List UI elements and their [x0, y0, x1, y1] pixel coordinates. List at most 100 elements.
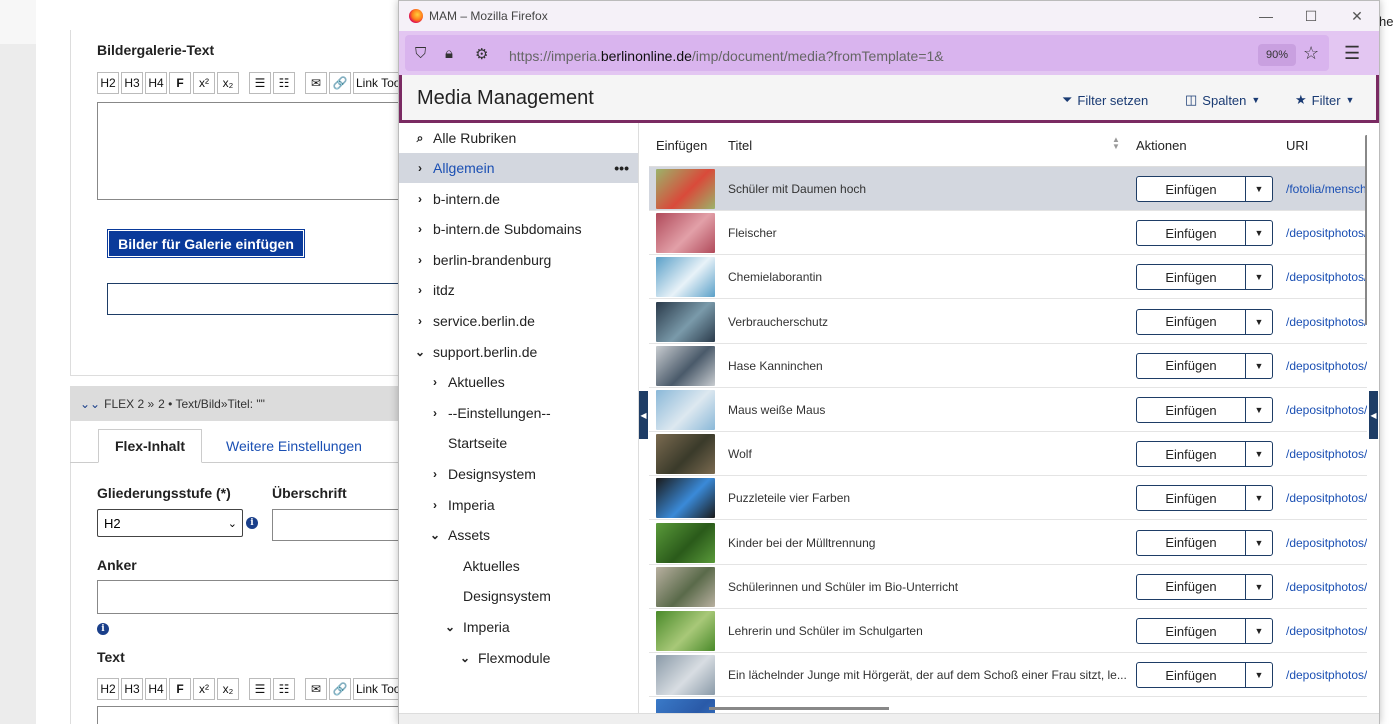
chevron-down-icon[interactable]: ⌄ — [428, 528, 442, 542]
toolbar-button[interactable]: ☰ — [249, 678, 271, 700]
table-row[interactable]: Schüler mit Daumen hoch Einfügen ▼ /fotolia… — [649, 167, 1367, 211]
table-row[interactable]: Lehrerin und Schüler im Schulgarten Einfü… — [649, 609, 1367, 653]
toolbar-button[interactable]: 🔗 — [329, 72, 351, 94]
tab-more-settings[interactable]: Weitere Einstellungen — [210, 429, 378, 463]
chevron-right-icon[interactable]: › — [428, 375, 442, 389]
flex-header[interactable]: ⌄⌄ FLEX 2 » 2 • Text/Bild»Titel: "" — [70, 386, 400, 421]
zoom-badge[interactable]: 90% — [1258, 44, 1296, 66]
row-uri-link[interactable]: /depositphotos/ — [1286, 315, 1367, 329]
insert-button[interactable]: Einfügen — [1137, 221, 1246, 246]
shield-icon[interactable]: ⛉ — [415, 45, 426, 62]
filter-button[interactable]: ★ Filter ▼ — [1295, 92, 1354, 108]
info-icon[interactable]: i — [97, 623, 109, 635]
insert-button[interactable]: Einfügen — [1137, 486, 1246, 511]
row-uri-link[interactable]: /depositphotos/ — [1286, 668, 1367, 682]
minimize-icon[interactable]: — — [1254, 5, 1278, 27]
toolbar-button[interactable]: 🔗 — [329, 678, 351, 700]
toolbar-button[interactable]: F — [169, 678, 191, 700]
chevron-down-icon[interactable]: ⌄ — [413, 345, 427, 359]
toolbar-button[interactable]: F — [169, 72, 191, 94]
outline-level-select[interactable]: H2 ⌄ — [97, 509, 243, 537]
toolbar-button[interactable]: H4 — [145, 678, 167, 700]
insert-button[interactable]: Einfügen — [1137, 574, 1246, 599]
chevron-right-icon[interactable]: › — [413, 314, 427, 328]
tree-item[interactable]: › Allgemein ••• — [399, 153, 638, 183]
bookmark-star-icon[interactable]: ☆ — [1303, 43, 1319, 64]
column-header-uri[interactable]: URI — [1286, 138, 1308, 153]
thumbnail-image[interactable] — [656, 522, 715, 563]
close-icon[interactable]: ✕ — [1345, 5, 1369, 27]
caret-down-icon[interactable]: ▼ — [1246, 310, 1272, 334]
tree-item[interactable]: › --Einstellungen-- — [399, 398, 638, 428]
gallery-text-area[interactable] — [97, 102, 400, 200]
toolbar-button[interactable]: ☰ — [249, 72, 271, 94]
thumbnail-image[interactable] — [656, 257, 715, 298]
thumbnail-image[interactable] — [656, 169, 715, 209]
chevron-right-icon[interactable]: › — [413, 161, 427, 175]
chevron-right-icon[interactable]: › — [428, 406, 442, 420]
toolbar-button[interactable]: ☷ — [273, 678, 295, 700]
thumbnail-image[interactable] — [656, 655, 715, 696]
anchor-input[interactable] — [97, 580, 400, 614]
tree-item-all[interactable]: ⌕ Alle Rubriken — [399, 123, 638, 153]
toolbar-button[interactable]: x₂ — [217, 72, 239, 94]
chevron-down-icon[interactable]: ⌄ — [458, 651, 472, 665]
caret-down-icon[interactable]: ▼ — [1246, 221, 1272, 245]
maximize-icon[interactable]: ☐ — [1299, 5, 1323, 27]
tree-item[interactable]: Startseite — [399, 428, 638, 458]
tree-item[interactable]: › Imperia — [399, 490, 638, 520]
tree-item[interactable]: ⌄ Flexmodule — [399, 643, 638, 673]
thumbnail-image[interactable] — [656, 213, 715, 254]
toolbar-button[interactable]: H4 — [145, 72, 167, 94]
caret-down-icon[interactable]: ▼ — [1246, 619, 1272, 643]
toolbar-button[interactable]: ✉ — [305, 72, 327, 94]
column-header-insert[interactable]: Einfügen — [656, 138, 707, 153]
column-header-title[interactable]: Titel — [728, 138, 752, 153]
insert-button[interactable]: Einfügen — [1137, 177, 1246, 201]
toolbar-button[interactable]: ✉ — [305, 678, 327, 700]
table-row[interactable]: Maus weiße Maus Einfügen ▼ /depositphotos/ — [649, 388, 1367, 432]
caret-down-icon[interactable]: ▼ — [1246, 442, 1272, 466]
insert-gallery-images-button[interactable]: Bilder für Galerie einfügen — [107, 229, 305, 258]
row-uri-link[interactable]: /depositphotos/ — [1286, 403, 1367, 417]
table-row[interactable]: Hase Kanninchen Einfügen ▼ /depositphotos/ — [649, 344, 1367, 388]
caret-down-icon[interactable]: ▼ — [1246, 531, 1272, 555]
toolbar-button[interactable]: H2 — [97, 72, 119, 94]
chevron-right-icon[interactable]: › — [413, 192, 427, 206]
row-uri-link[interactable]: /depositphotos/ — [1286, 491, 1367, 505]
toolbar-button[interactable]: H2 — [97, 678, 119, 700]
tree-item[interactable]: › Designsystem — [399, 459, 638, 489]
filter-set-button[interactable]: ⏷ Filter setzen — [1062, 92, 1148, 108]
tree-item[interactable]: Designsystem — [399, 581, 638, 611]
row-uri-link[interactable]: /depositphotos/ — [1286, 536, 1367, 550]
tree-item[interactable]: ⌄ Assets — [399, 520, 638, 550]
chevron-right-icon[interactable]: › — [413, 283, 427, 297]
collapse-icon[interactable]: ⌄⌄ — [80, 397, 100, 411]
toolbar-button[interactable]: x² — [193, 72, 215, 94]
toolbar-button[interactable]: x² — [193, 678, 215, 700]
row-uri-link[interactable]: /depositphotos/ — [1286, 359, 1367, 373]
chevron-right-icon[interactable]: › — [413, 253, 427, 267]
table-row[interactable]: Kinder bei der Mülltrennung Einfügen ▼ /dep… — [649, 521, 1367, 565]
table-row[interactable]: Fleischer Einfügen ▼ /depositphotos/ — [649, 211, 1367, 256]
right-splitter[interactable]: ◀ — [1369, 391, 1378, 439]
url-field[interactable]: ⛉ 🔒︎ ⚙ https://imperia.berlinonline.de/i… — [405, 35, 1329, 71]
insert-button[interactable]: Einfügen — [1137, 309, 1246, 334]
more-options-icon[interactable]: ••• — [614, 160, 629, 176]
tree-item[interactable]: ⌄ Imperia — [399, 612, 638, 642]
info-icon[interactable]: i — [246, 517, 258, 529]
table-row[interactable]: Puzzleteile vier Farben Einfügen ▼ /deposit… — [649, 476, 1367, 521]
lock-icon[interactable]: 🔒︎ — [445, 45, 453, 62]
caret-down-icon[interactable]: ▼ — [1246, 398, 1272, 422]
tree-item[interactable]: › b-intern.de Subdomains — [399, 214, 638, 244]
table-row[interactable]: Wolf Einfügen ▼ /depositphotos/ — [649, 432, 1367, 477]
tree-item[interactable]: Aktuelles — [399, 551, 638, 581]
url-text[interactable]: https://imperia.berlinonline.de/imp/docu… — [509, 48, 944, 64]
insert-button[interactable]: Einfügen — [1137, 663, 1246, 688]
chevron-right-icon[interactable]: › — [428, 467, 442, 481]
row-uri-link[interactable]: /fotolia/mensch — [1286, 182, 1367, 196]
row-uri-link[interactable]: /depositphotos/ — [1286, 447, 1367, 461]
gallery-input[interactable] — [107, 283, 400, 315]
insert-button[interactable]: Einfügen — [1137, 265, 1246, 290]
permissions-icon[interactable]: ⚙ — [475, 45, 488, 63]
